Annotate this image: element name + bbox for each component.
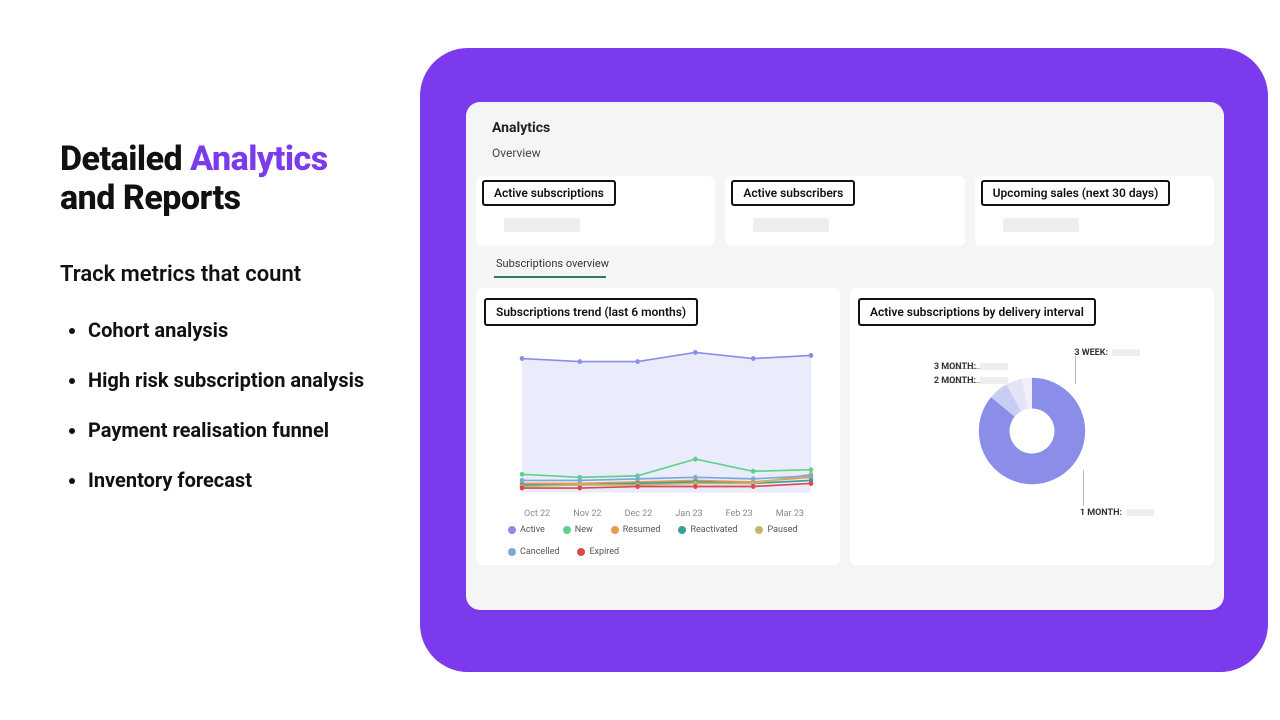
leader-line <box>1083 470 1084 506</box>
stat-label: Active subscribers <box>731 180 855 206</box>
feature-item: High risk subscription analysis <box>88 367 390 393</box>
stat-value-skeleton <box>753 218 829 232</box>
stat-value-skeleton <box>1003 218 1079 232</box>
chart-title: Active subscriptions by delivery interva… <box>858 298 1096 326</box>
donut-label-1month: 1 MONTH: <box>1080 508 1154 518</box>
page-subtitle: Overview <box>492 146 1198 160</box>
stat-label: Upcoming sales (next 30 days) <box>981 180 1171 206</box>
chart-delivery-interval: Active subscriptions by delivery interva… <box>850 288 1214 565</box>
feature-item: Cohort analysis <box>88 317 390 343</box>
donut-label-3month: 3 MONTH: <box>934 362 1008 372</box>
chart-subscriptions-trend: Subscriptions trend (last 6 months) Oct … <box>476 288 840 565</box>
stat-card-active-subscriptions[interactable]: Active subscriptions <box>476 176 715 246</box>
leader-line <box>1075 356 1076 384</box>
feature-list: Cohort analysis High risk subscription a… <box>60 317 390 493</box>
feature-item: Inventory forecast <box>88 467 390 493</box>
trend-chart-svg <box>488 332 828 507</box>
trend-xlabels: Oct 22Nov 22Dec 22Jan 23Feb 23Mar 23 <box>488 507 828 519</box>
chart-title: Subscriptions trend (last 6 months) <box>484 298 698 326</box>
trend-legend: ActiveNewResumedReactivatedPausedCancell… <box>488 519 828 557</box>
feature-item: Payment realisation funnel <box>88 417 390 443</box>
stat-card-active-subscribers[interactable]: Active subscribers <box>725 176 964 246</box>
stat-value-skeleton <box>504 218 580 232</box>
stat-label: Active subscriptions <box>482 180 616 206</box>
tab-subscriptions-overview[interactable]: Subscriptions overview <box>494 253 611 274</box>
donut-label-2month: 2 MONTH: <box>934 376 1008 386</box>
analytics-panel: Analytics Overview Active subscriptions … <box>466 102 1224 610</box>
marketing-subheadline: Track metrics that count <box>60 262 390 287</box>
donut-label-3week: 3 WEEK: <box>1074 348 1140 358</box>
stat-card-upcoming-sales[interactable]: Upcoming sales (next 30 days) <box>975 176 1214 246</box>
marketing-headline: Detailed Analytics and Reports <box>60 140 390 218</box>
page-title: Analytics <box>492 120 1198 136</box>
